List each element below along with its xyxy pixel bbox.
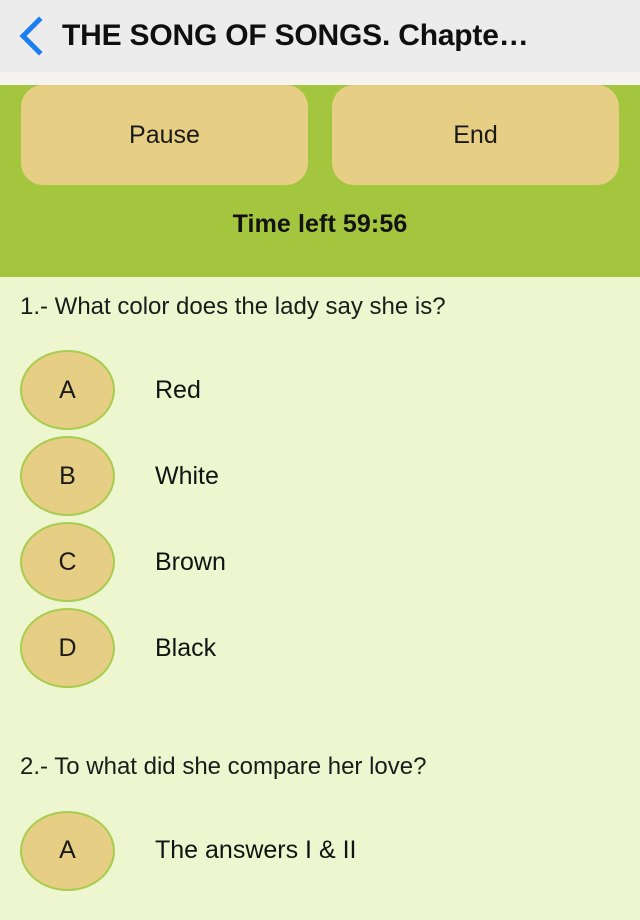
answer-option[interactable]: A Red <box>0 347 640 433</box>
answer-label: White <box>155 461 219 490</box>
answer-options: A Red B White C Brown D Black <box>0 347 640 691</box>
answer-option[interactable]: D Black <box>0 605 640 691</box>
navigation-bar: THE SONG OF SONGS. Chapte… <box>0 0 640 72</box>
answer-label: Brown <box>155 547 226 576</box>
answer-bubble[interactable]: B <box>20 436 115 517</box>
back-button[interactable] <box>0 0 62 72</box>
control-button-row: Pause End <box>0 85 640 185</box>
answer-option[interactable]: B White <box>0 433 640 519</box>
question-block: 2.- To what did she compare her love? A … <box>0 737 640 893</box>
answer-label: Black <box>155 633 217 662</box>
navbar-underlay <box>0 72 640 85</box>
end-button[interactable]: End <box>332 85 619 185</box>
chevron-left-icon <box>18 16 44 56</box>
time-left-label: Time left 59:56 <box>232 210 408 238</box>
quiz-content[interactable]: 1.- What color does the lady say she is?… <box>0 277 640 920</box>
quiz-screen: THE SONG OF SONGS. Chapte… Pause End Tim… <box>0 0 640 920</box>
answer-bubble[interactable]: C <box>20 522 115 603</box>
question-text: 2.- To what did she compare her love? <box>20 753 427 781</box>
answer-bubble[interactable]: A <box>20 350 115 431</box>
question-block: 1.- What color does the lady say she is?… <box>0 277 640 691</box>
page-title: THE SONG OF SONGS. Chapte… <box>62 19 529 52</box>
answer-bubble[interactable]: A <box>20 810 115 891</box>
question-text: 1.- What color does the lady say she is? <box>20 293 446 320</box>
question-separator <box>0 691 640 737</box>
answer-options: A The answers I & II <box>0 808 640 894</box>
pause-button[interactable]: Pause <box>21 85 308 185</box>
exam-control-bar: Pause End Time left 59:56 <box>0 85 640 277</box>
answer-label: The answers I & II <box>155 836 357 865</box>
answer-label: Red <box>155 375 201 404</box>
answer-option[interactable]: C Brown <box>0 519 640 605</box>
answer-option[interactable]: A The answers I & II <box>0 808 640 894</box>
answer-bubble[interactable]: D <box>20 608 115 689</box>
